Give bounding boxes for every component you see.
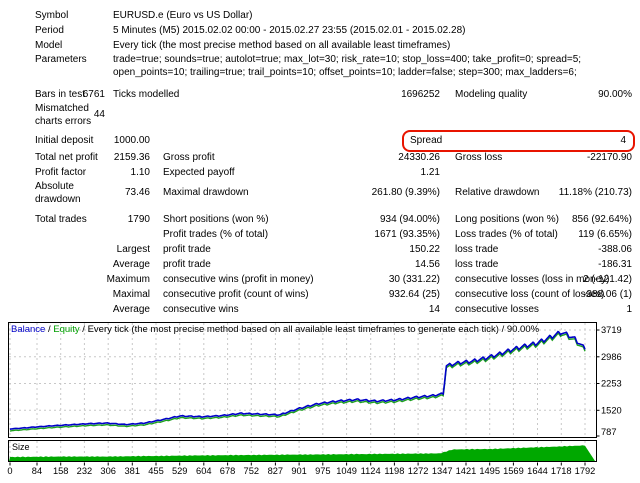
average-loss-trade-value: -186.31 — [455, 257, 632, 272]
loss-trades-value: 119 (6.65%) — [455, 227, 632, 242]
strategy-tester-report: { "report": { "symbol_label":"Symbol","s… — [0, 0, 640, 480]
row-bars: Bars in test 6761 Ticks modelled 1696252… — [0, 87, 640, 102]
x-tick-label: 529 — [172, 466, 188, 476]
y-tick-label: 1520 — [601, 405, 622, 415]
x-tick-label: 1421 — [456, 466, 477, 476]
row-maximum-consecutive: Maximum consecutive wins (profit in mone… — [0, 272, 640, 287]
y-tick-label: 2986 — [601, 352, 622, 362]
largest-loss-trade-value: -388.06 — [455, 242, 632, 257]
expected-payoff-value: 1.21 — [163, 165, 440, 180]
main-chart-frame — [9, 323, 597, 438]
x-tick-label: 1569 — [503, 466, 524, 476]
model-value: Every tick (the most precise method base… — [113, 38, 450, 53]
row-symbol: Symbol EURUSD.e (Euro vs US Dollar) — [0, 8, 640, 23]
row-total-trades: Total trades 1790 Short positions (won %… — [0, 212, 640, 227]
maximal-label: Maximal — [35, 287, 150, 302]
row-period: Period 5 Minutes (M5) 2015.02.02 00:00 -… — [0, 23, 640, 38]
legend-description: / Every tick (the most precise method ba… — [80, 324, 539, 335]
long-positions-value: 856 (92.64%) — [455, 212, 632, 227]
consecutive-profit-value: 932.64 (25) — [163, 287, 440, 302]
average-consecutive-label: Average — [35, 302, 150, 317]
quality-value: 90.00% — [455, 87, 632, 102]
model-label: Model — [35, 38, 103, 53]
row-mismatched: Mismatched charts errors 44 — [0, 102, 640, 128]
row-initial-deposit: Initial deposit 1000.00 Spread 4 — [0, 132, 640, 150]
consecutive-loss-value: -388.06 (1) — [455, 287, 632, 302]
report-table: Symbol EURUSD.e (Euro vs US Dollar) Peri… — [0, 0, 640, 317]
initial-deposit-value: 1000.00 — [35, 132, 150, 150]
row-maximal-consecutive: Maximal consecutive profit (count of win… — [0, 287, 640, 302]
row-net-profit: Total net profit 2159.36 Gross profit 24… — [0, 150, 640, 165]
x-tick-label: 455 — [148, 466, 164, 476]
gross-profit-value: 24330.26 — [163, 150, 440, 165]
legend-equity: Equity — [53, 324, 79, 335]
chart-legend: Balance / Equity / Every tick (the most … — [11, 324, 539, 335]
relative-drawdown-value: 11.18% (210.73) — [455, 180, 632, 206]
y-tick-label: 787 — [601, 427, 617, 437]
legend-balance: Balance — [11, 324, 45, 335]
largest-label: Largest — [35, 242, 150, 257]
consecutive-losses-value: 2 (-121.42) — [455, 272, 632, 287]
spread-value: 4 — [410, 132, 626, 150]
row-drawdown: Absolute drawdown 73.46 Maximal drawdown… — [0, 180, 640, 206]
profit-trades-value: 1671 (93.35%) — [163, 227, 440, 242]
x-tick-label: 752 — [244, 466, 260, 476]
row-model: Model Every tick (the most precise metho… — [0, 38, 640, 53]
y-tick-label: 2253 — [601, 379, 622, 389]
total-trades-value: 1790 — [35, 212, 150, 227]
row-largest: Largest profit trade 150.22 loss trade -… — [0, 242, 640, 257]
x-tick-label: 0 — [7, 466, 12, 476]
chart-canvas: 0 84 158 232 306 381 455 529 604 678 752 827 901 975 1… — [0, 322, 640, 480]
maximal-drawdown-value: 261.80 (9.39%) — [163, 180, 440, 206]
size-panel-label: Size — [12, 442, 30, 452]
symbol-value: EURUSD.e (Euro vs US Dollar) — [113, 8, 252, 23]
row-profit-trades: Profit trades (% of total) 1671 (93.35%)… — [0, 227, 640, 242]
average-profit-trade-value: 14.56 — [163, 257, 440, 272]
x-tick-label: 975 — [315, 466, 331, 476]
period-label: Period — [35, 23, 103, 38]
row-profit-factor: Profit factor 1.10 Expected payoff 1.21 — [0, 165, 640, 180]
x-tick-label: 1198 — [384, 466, 404, 476]
maximum-label: Maximum — [35, 272, 150, 287]
x-tick-label: 306 — [100, 466, 116, 476]
parameters-label: Parameters — [35, 53, 103, 66]
row-average-consecutive: Average consecutive wins 14 consecutive … — [0, 302, 640, 317]
x-tick-label: 1495 — [479, 466, 500, 476]
row-average-trade: Average profit trade 14.56 loss trade -1… — [0, 257, 640, 272]
x-tick-label: 1347 — [432, 466, 453, 476]
ticks-value: 1696252 — [163, 87, 440, 102]
x-tick-label: 604 — [196, 466, 212, 476]
avg-consecutive-wins-value: 14 — [163, 302, 440, 317]
largest-profit-trade-value: 150.22 — [163, 242, 440, 257]
period-value: 5 Minutes (M5) 2015.02.02 00:00 - 2015.0… — [113, 23, 465, 38]
average-label: Average — [35, 257, 150, 272]
x-tick-label: 158 — [53, 466, 69, 476]
x-tick-label: 1272 — [408, 466, 429, 476]
balance-chart: Balance / Equity / Every tick (the most … — [0, 322, 640, 480]
consecutive-wins-value: 30 (331.22) — [163, 272, 440, 287]
avg-consecutive-losses-value: 1 — [455, 302, 632, 317]
x-tick-label: 381 — [124, 466, 140, 476]
absolute-drawdown-value: 73.46 — [35, 180, 150, 206]
x-tick-label: 1644 — [527, 466, 548, 476]
y-tick-label: 3719 — [601, 325, 622, 335]
mismatched-value: 44 — [35, 102, 105, 128]
x-tick-label: 1049 — [336, 466, 357, 476]
x-tick-label: 1792 — [575, 466, 596, 476]
x-tick-label: 901 — [291, 466, 307, 476]
short-positions-value: 934 (94.00%) — [163, 212, 440, 227]
gross-loss-value: -22170.90 — [455, 150, 632, 165]
x-tick-label: 232 — [77, 466, 93, 476]
x-tick-label: 1718 — [551, 466, 572, 476]
row-parameters: Parameters trade=true; sounds=true; auto… — [0, 53, 640, 83]
symbol-label: Symbol — [35, 8, 103, 23]
x-tick-label: 827 — [268, 466, 284, 476]
x-tick-label: 678 — [220, 466, 236, 476]
net-profit-value: 2159.36 — [35, 150, 150, 165]
x-tick-label: 84 — [32, 466, 42, 476]
x-tick-label: 1124 — [361, 466, 381, 476]
parameters-value: trade=true; sounds=true; autolot=true; m… — [113, 53, 635, 79]
profit-factor-value: 1.10 — [35, 165, 150, 180]
bars-value: 6761 — [35, 87, 105, 102]
